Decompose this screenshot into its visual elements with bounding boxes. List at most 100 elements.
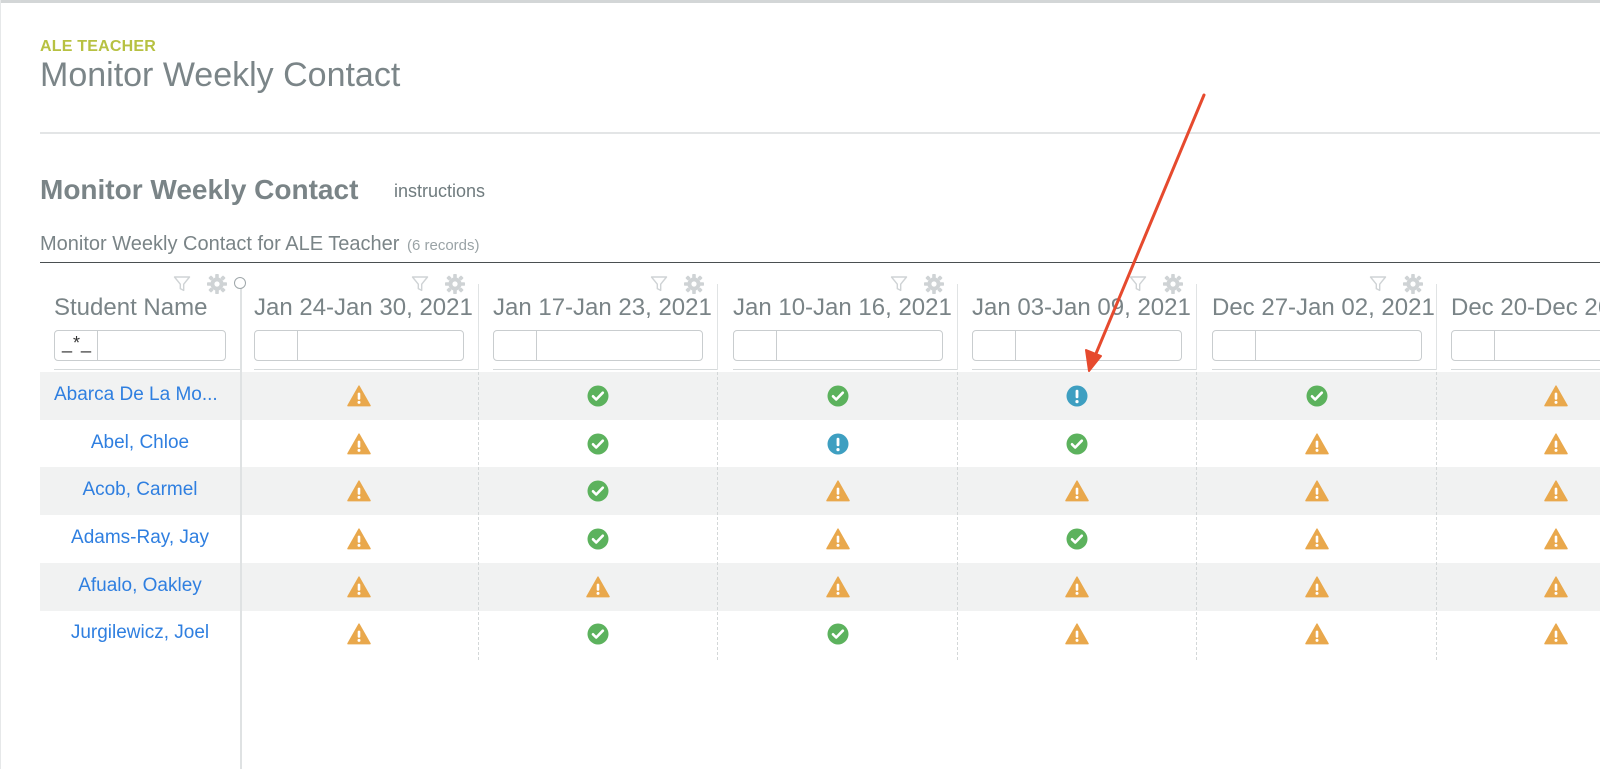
warning-triangle-icon[interactable] <box>826 527 850 551</box>
column-header-week[interactable]: Jan 24-Jan 30, 2021 <box>254 294 473 322</box>
table-row <box>40 372 1600 420</box>
warning-triangle-icon[interactable] <box>1305 575 1329 599</box>
week-filter-input[interactable] <box>493 330 703 361</box>
warning-triangle-icon[interactable] <box>586 575 610 599</box>
name-column-tools <box>172 273 228 295</box>
warning-triangle-icon[interactable] <box>347 384 371 408</box>
filter-icon[interactable] <box>1128 274 1148 294</box>
left-border <box>0 0 1 769</box>
check-circle-icon[interactable] <box>826 622 850 646</box>
column-header-week[interactable]: Jan 10-Jan 16, 2021 <box>733 294 952 322</box>
warning-triangle-icon[interactable] <box>1065 479 1089 503</box>
header-underline <box>54 369 240 370</box>
student-name-link[interactable]: Abel, Chloe <box>40 432 240 454</box>
table-row <box>40 610 1600 658</box>
header-underline <box>493 369 718 370</box>
filter-wildcard[interactable]: _*_ <box>62 333 92 354</box>
table-title-divider <box>40 262 1600 263</box>
student-name-link[interactable]: Afualo, Oakley <box>40 575 240 597</box>
column-tools <box>1368 273 1424 295</box>
table-row <box>40 420 1600 468</box>
column-separator <box>1196 284 1197 370</box>
check-circle-icon[interactable] <box>586 384 610 408</box>
column-header-week[interactable]: Jan 03-Jan 09, 2021 <box>972 294 1191 322</box>
column-separator <box>717 284 718 370</box>
check-circle-icon[interactable] <box>826 384 850 408</box>
table-row <box>40 515 1600 563</box>
gear-icon[interactable] <box>1402 273 1424 295</box>
warning-triangle-icon[interactable] <box>1065 622 1089 646</box>
warning-triangle-icon[interactable] <box>1305 479 1329 503</box>
warning-triangle-icon[interactable] <box>347 527 371 551</box>
filter-icon[interactable] <box>172 274 192 294</box>
warning-triangle-icon[interactable] <box>1305 527 1329 551</box>
table-row <box>40 563 1600 611</box>
frozen-column-divider[interactable] <box>240 284 242 769</box>
header-underline <box>1212 369 1437 370</box>
gear-icon[interactable] <box>1162 273 1184 295</box>
page-title: Monitor Weekly Contact <box>40 56 401 94</box>
column-tools <box>410 273 466 295</box>
warning-triangle-icon[interactable] <box>1305 432 1329 456</box>
warning-triangle-icon[interactable] <box>1544 479 1568 503</box>
gear-icon[interactable] <box>444 273 466 295</box>
gear-icon[interactable] <box>206 273 228 295</box>
filter-icon[interactable] <box>410 274 430 294</box>
check-circle-icon[interactable] <box>586 527 610 551</box>
table-title-text: Monitor Weekly Contact for ALE Teacher <box>40 233 400 255</box>
student-name-filter[interactable]: _*_ <box>54 330 226 361</box>
week-filter-input[interactable] <box>733 330 943 361</box>
header-underline <box>1451 369 1600 370</box>
warning-triangle-icon[interactable] <box>1065 575 1089 599</box>
warning-triangle-icon[interactable] <box>347 622 371 646</box>
exclamation-circle-icon[interactable] <box>826 432 850 456</box>
warning-triangle-icon[interactable] <box>1544 622 1568 646</box>
column-header-student-name[interactable]: Student Name <box>54 294 207 322</box>
gear-icon[interactable] <box>683 273 705 295</box>
student-name-link[interactable]: Jurgilewicz, Joel <box>40 622 240 644</box>
column-separator <box>478 372 479 660</box>
column-tools <box>1128 273 1184 295</box>
column-header-week[interactable]: Dec 20-Dec 26, 2020 <box>1451 294 1600 322</box>
check-circle-icon[interactable] <box>1065 527 1089 551</box>
header-underline <box>972 369 1197 370</box>
student-name-link[interactable]: Abarca De La Mo... <box>40 384 240 406</box>
frozen-column-handle[interactable] <box>234 277 246 289</box>
warning-triangle-icon[interactable] <box>347 479 371 503</box>
student-name-link[interactable]: Acob, Carmel <box>40 479 240 501</box>
warning-triangle-icon[interactable] <box>826 575 850 599</box>
instructions-link[interactable]: instructions <box>394 181 485 202</box>
filter-icon[interactable] <box>889 274 909 294</box>
check-circle-icon[interactable] <box>1305 384 1329 408</box>
warning-triangle-icon[interactable] <box>1305 622 1329 646</box>
header-underline <box>733 369 958 370</box>
warning-triangle-icon[interactable] <box>1544 575 1568 599</box>
warning-triangle-icon[interactable] <box>347 432 371 456</box>
check-circle-icon[interactable] <box>586 622 610 646</box>
header-divider <box>40 132 1600 134</box>
week-filter-input[interactable] <box>1451 330 1600 361</box>
warning-triangle-icon[interactable] <box>826 479 850 503</box>
filter-icon[interactable] <box>1368 274 1388 294</box>
exclamation-circle-icon[interactable] <box>1065 384 1089 408</box>
week-filter-input[interactable] <box>254 330 464 361</box>
column-separator <box>717 372 718 660</box>
top-border <box>0 0 1600 3</box>
check-circle-icon[interactable] <box>586 479 610 503</box>
warning-triangle-icon[interactable] <box>1544 432 1568 456</box>
check-circle-icon[interactable] <box>1065 432 1089 456</box>
warning-triangle-icon[interactable] <box>1544 527 1568 551</box>
student-name-link[interactable]: Adams-Ray, Jay <box>40 527 240 549</box>
column-header-week[interactable]: Jan 17-Jan 23, 2021 <box>493 294 712 322</box>
week-filter-input[interactable] <box>1212 330 1422 361</box>
gear-icon[interactable] <box>923 273 945 295</box>
week-filter-input[interactable] <box>972 330 1182 361</box>
filter-icon[interactable] <box>649 274 669 294</box>
warning-triangle-icon[interactable] <box>347 575 371 599</box>
check-circle-icon[interactable] <box>586 432 610 456</box>
column-separator <box>957 372 958 660</box>
column-separator <box>1436 284 1437 370</box>
warning-triangle-icon[interactable] <box>1544 384 1568 408</box>
column-header-week[interactable]: Dec 27-Jan 02, 2021 <box>1212 294 1435 322</box>
column-tools <box>889 273 945 295</box>
